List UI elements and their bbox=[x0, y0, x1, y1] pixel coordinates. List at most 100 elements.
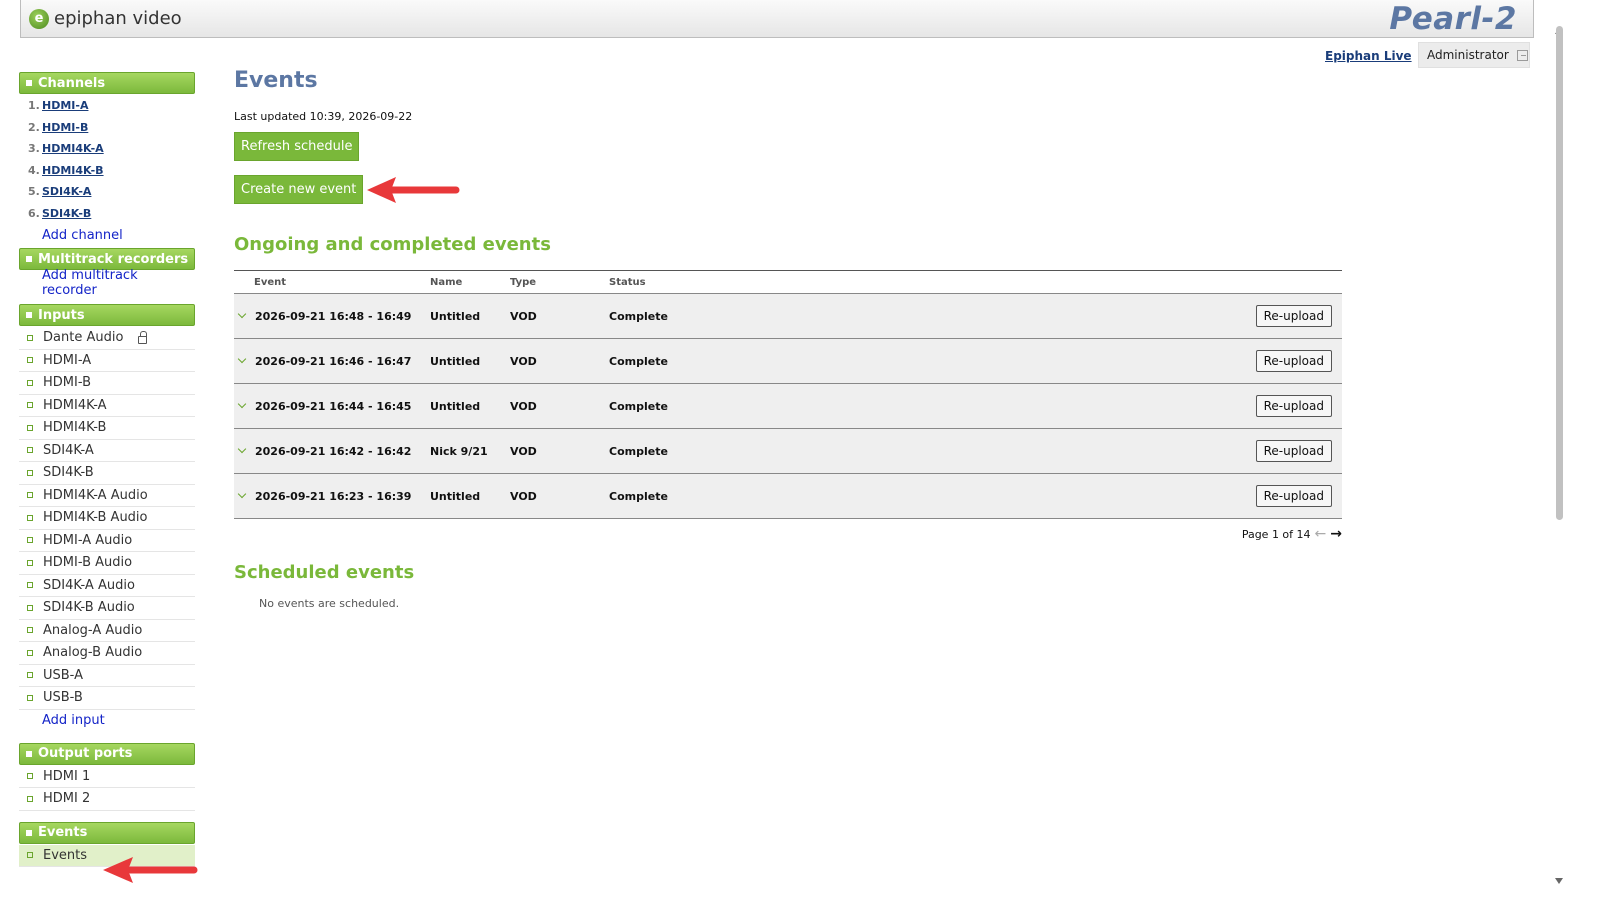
name-cell: Untitled bbox=[430, 489, 481, 503]
add-input-link[interactable]: Add input bbox=[19, 710, 195, 732]
sidebar-channel-item[interactable]: 2. HDMI-B bbox=[19, 117, 195, 139]
table-row[interactable]: 2026-09-21 16:42 - 16:42 Nick 9/21 VOD Comp… bbox=[234, 429, 1342, 474]
bullet-icon bbox=[27, 627, 33, 634]
sidebar-input-item[interactable]: HDMI4K-B Audio bbox=[19, 507, 195, 530]
inputs-list: Dante Audio HDMI-A HDMI-B HDMI4K-A HDMI4K-B S… bbox=[19, 327, 195, 710]
last-updated-text: Last updated 10:39, 2026-09-22 bbox=[234, 110, 413, 123]
sidebar-channel-item[interactable]: 6. SDI4K-B bbox=[19, 203, 195, 225]
annotation-arrow-icon bbox=[103, 857, 198, 883]
sidebar-input-item[interactable]: USB-A bbox=[19, 665, 195, 687]
logout-icon[interactable] bbox=[1516, 49, 1528, 61]
re-upload-button[interactable]: Re-upload bbox=[1255, 440, 1332, 462]
sidebar-item-label: SDI4K-B Audio bbox=[43, 600, 135, 616]
re-upload-button[interactable]: Re-upload bbox=[1255, 350, 1332, 372]
sidebar-channel-item[interactable]: 4. HDMI4K-B bbox=[19, 160, 195, 182]
brand-name: epiphan video bbox=[54, 8, 182, 29]
sidebar-input-item[interactable]: SDI4K-A Audio bbox=[19, 575, 195, 597]
chevron-down-icon[interactable] bbox=[237, 399, 247, 409]
bullet-icon bbox=[27, 379, 33, 386]
re-upload-button[interactable]: Re-upload bbox=[1255, 305, 1332, 327]
channel-number: 6. bbox=[28, 206, 40, 220]
outputs-section-header[interactable]: Output ports bbox=[19, 742, 195, 765]
name-cell: Untitled bbox=[430, 399, 481, 413]
type-cell: VOD bbox=[510, 309, 537, 323]
lock-icon bbox=[138, 330, 148, 344]
table-row[interactable]: 2026-09-21 16:23 - 16:39 Untitled VOD Compl… bbox=[234, 474, 1342, 519]
sidebar-output-item[interactable]: HDMI 1 bbox=[19, 766, 195, 788]
chevron-down-icon[interactable] bbox=[237, 354, 247, 364]
channel-link[interactable]: HDMI4K-A bbox=[42, 142, 104, 155]
sidebar-item-label: Analog-A Audio bbox=[43, 622, 143, 638]
sidebar-input-item[interactable]: SDI4K-B Audio bbox=[19, 597, 195, 620]
channels-section-header[interactable]: Channels bbox=[19, 72, 195, 94]
events-table: Event Name Type Status 2026-09-21 16:48 … bbox=[234, 270, 1342, 519]
square-icon bbox=[26, 80, 32, 86]
sidebar-channel-item[interactable]: 5. SDI4K-A bbox=[19, 181, 195, 203]
event-cell: 2026-09-21 16:23 - 16:39 bbox=[234, 490, 430, 503]
sidebar-item-label: HDMI-B bbox=[43, 375, 91, 391]
channel-link[interactable]: SDI4K-B bbox=[42, 207, 91, 220]
bullet-icon bbox=[27, 795, 33, 802]
scroll-down-arrow-icon[interactable] bbox=[1555, 878, 1563, 884]
square-icon bbox=[26, 750, 32, 757]
sidebar-item-label: HDMI-A Audio bbox=[43, 532, 133, 548]
bullet-icon bbox=[27, 604, 33, 611]
add-channel-link[interactable]: Add channel bbox=[19, 224, 195, 246]
epiphan-live-link[interactable]: Epiphan Live bbox=[1325, 49, 1412, 63]
chevron-down-icon[interactable] bbox=[237, 489, 247, 499]
sidebar-input-item[interactable]: HDMI4K-B bbox=[19, 417, 195, 440]
channel-link[interactable]: HDMI-B bbox=[42, 121, 88, 134]
chevron-down-icon[interactable] bbox=[237, 444, 247, 454]
channel-number: 1. bbox=[28, 99, 40, 113]
name-cell: Untitled bbox=[430, 309, 481, 323]
bullet-icon bbox=[27, 514, 33, 521]
sidebar-input-item[interactable]: HDMI4K-A bbox=[19, 395, 195, 417]
create-new-event-button[interactable]: Create new event bbox=[234, 175, 364, 204]
events-section-header[interactable]: Events bbox=[19, 821, 195, 844]
scroll-thumb[interactable] bbox=[1556, 26, 1563, 520]
section-title: Events bbox=[38, 825, 88, 840]
channel-link[interactable]: HDMI-A bbox=[42, 99, 88, 112]
add-multitrack-link[interactable]: Add multitrack recorder bbox=[19, 268, 195, 298]
channel-link[interactable]: SDI4K-A bbox=[42, 185, 91, 198]
sidebar-input-item[interactable]: USB-B bbox=[19, 687, 195, 710]
table-row[interactable]: 2026-09-21 16:44 - 16:45 Untitled VOD Compl… bbox=[234, 384, 1342, 429]
previous-page-arrow-icon[interactable]: ← bbox=[1315, 526, 1327, 542]
sidebar-input-item[interactable]: Analog-A Audio bbox=[19, 620, 195, 642]
sidebar-input-item[interactable]: Analog-B Audio bbox=[19, 642, 195, 665]
sidebar-item-label: HDMI 2 bbox=[43, 791, 91, 807]
sidebar-input-item[interactable]: HDMI-B Audio bbox=[19, 552, 195, 575]
sidebar-output-item[interactable]: HDMI 2 bbox=[19, 788, 195, 811]
sidebar-input-item[interactable]: HDMI-A bbox=[19, 350, 195, 372]
sidebar-input-item[interactable]: HDMI-B bbox=[19, 372, 195, 395]
re-upload-button[interactable]: Re-upload bbox=[1255, 485, 1332, 507]
sidebar-input-item[interactable]: Dante Audio bbox=[19, 327, 195, 350]
status-cell: Complete bbox=[609, 489, 668, 503]
epiphan-logo[interactable]: e epiphan video bbox=[29, 8, 182, 29]
sidebar-input-item[interactable]: SDI4K-B bbox=[19, 462, 195, 485]
sidebar-item-label: HDMI4K-B Audio bbox=[43, 510, 148, 526]
sidebar-item-label: HDMI4K-B bbox=[43, 420, 107, 436]
multitrack-section-header[interactable]: Multitrack recorders bbox=[19, 248, 195, 270]
sidebar-input-item[interactable]: HDMI-A Audio bbox=[19, 530, 195, 552]
bullet-icon bbox=[27, 649, 33, 656]
sidebar-channel-item[interactable]: 1. HDMI-A bbox=[19, 95, 195, 117]
user-menu[interactable]: Administrator bbox=[1418, 42, 1530, 68]
table-row[interactable]: 2026-09-21 16:48 - 16:49 Untitled VOD Compl… bbox=[234, 294, 1342, 339]
ongoing-events-title: Ongoing and completed events bbox=[234, 234, 551, 255]
bullet-icon bbox=[27, 334, 33, 341]
bullet-icon bbox=[27, 559, 33, 566]
next-page-arrow-icon[interactable]: → bbox=[1330, 526, 1342, 542]
channel-link[interactable]: HDMI4K-B bbox=[42, 164, 104, 177]
chevron-down-icon[interactable] bbox=[237, 309, 247, 319]
type-cell: VOD bbox=[510, 354, 537, 368]
re-upload-button[interactable]: Re-upload bbox=[1255, 395, 1332, 417]
sidebar-input-item[interactable]: HDMI4K-A Audio bbox=[19, 485, 195, 507]
inputs-section-header[interactable]: Inputs bbox=[19, 304, 195, 326]
sidebar-input-item[interactable]: SDI4K-A bbox=[19, 440, 195, 462]
type-cell: VOD bbox=[510, 444, 537, 458]
refresh-schedule-button[interactable]: Refresh schedule bbox=[234, 132, 360, 161]
table-row[interactable]: 2026-09-21 16:46 - 16:47 Untitled VOD Compl… bbox=[234, 339, 1342, 384]
page-scrollbar[interactable] bbox=[1552, 16, 1566, 886]
sidebar-channel-item[interactable]: 3. HDMI4K-A bbox=[19, 138, 195, 160]
